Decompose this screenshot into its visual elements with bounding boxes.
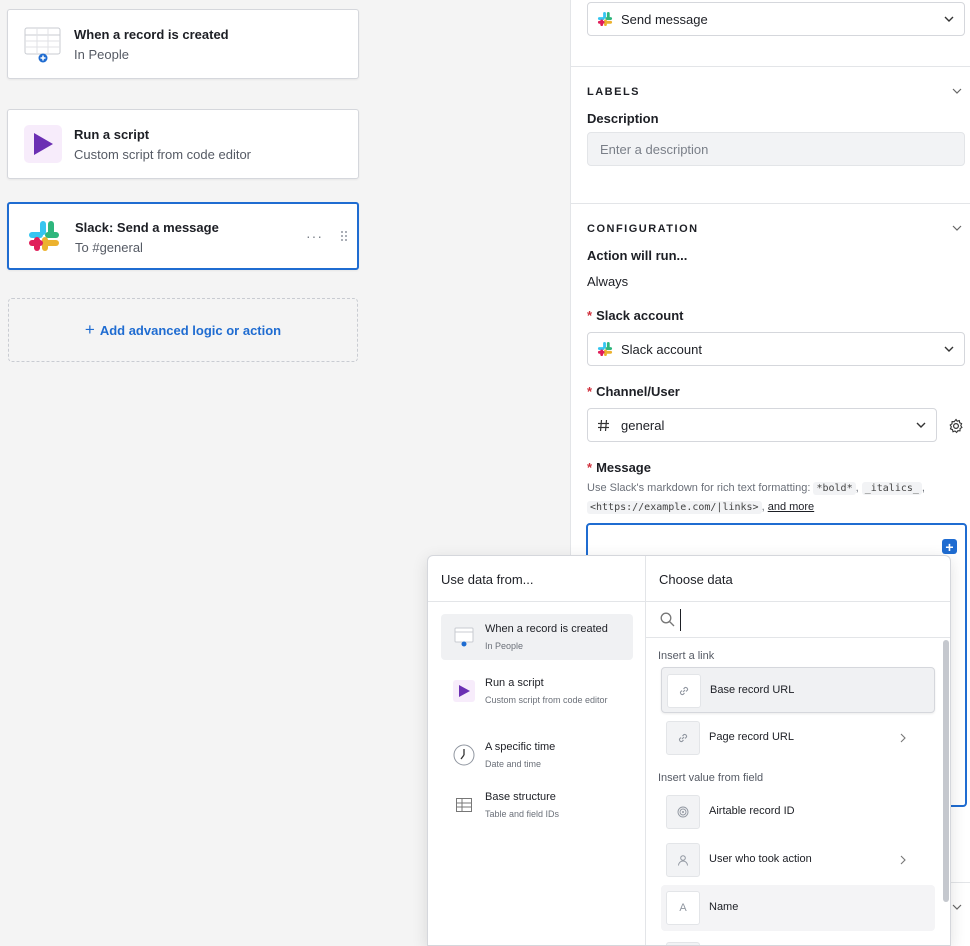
script-subtitle: Custom script from code editor [74,147,252,162]
field-icon [666,942,700,945]
drag-handle-icon[interactable] [340,230,348,242]
required-mark: * [587,460,593,475]
configuration-section-title: CONFIGURATION [587,223,699,235]
chevron-down-icon [944,16,954,22]
option-record-id[interactable]: Airtable record ID [661,789,935,835]
required-mark: * [587,308,593,323]
trigger-subtitle: In People [74,47,129,62]
trigger-title: When a record is created [74,27,229,42]
action-type-select[interactable]: Send message [587,2,965,36]
channel-label: * Channel/User [587,384,680,399]
action-runs-label: Action will run... [587,248,688,263]
chevron-right-icon [900,855,906,865]
clock-icon [453,744,475,766]
option-page-record-url[interactable]: Page record URL [661,715,935,761]
data-picker-popover: Use data from... When a record is create… [427,555,951,946]
choose-data-header: Choose data [646,556,950,602]
add-action-button[interactable]: + Add advanced logic or action [8,298,358,362]
italics-example: _italics_ [861,482,922,495]
insert-link-group-label: Insert a link [658,650,715,662]
table-icon [24,25,62,63]
and-more-link[interactable]: and more [768,501,814,513]
option-next[interactable] [661,936,935,945]
search-input[interactable] [680,609,920,631]
plus-icon: + [84,320,95,339]
slack-icon [597,341,613,357]
gear-icon[interactable] [948,418,964,434]
description-label: Description [587,111,659,126]
insert-field-group-label: Insert value from field [658,772,764,784]
grid-icon [453,794,475,816]
link-icon [666,721,700,755]
text-field-icon: A [666,891,700,925]
search-bar [646,602,950,638]
script-title: Run a script [74,127,150,142]
link-example: <https://example.com/|links> [587,501,762,514]
script-card[interactable]: Run a script Custom script from code edi… [7,109,359,179]
link-icon [667,674,701,708]
description-input[interactable]: Enter a description [587,132,965,166]
hash-icon [598,419,609,431]
slack-account-label: * Slack account [587,308,684,323]
bold-example: *bold* [813,482,856,495]
source-item-trigger[interactable]: When a record is created In People [441,614,633,660]
slack-subtitle: To #general [75,240,143,255]
labels-section-title: LABELS [587,86,640,98]
divider [571,203,970,204]
fingerprint-icon [666,795,700,829]
message-label: * Message [587,460,651,475]
action-runs-value: Always [587,274,629,289]
use-data-from-header: Use data from... [428,556,645,602]
divider [571,66,970,67]
source-item-time[interactable]: A specific time Date and time [441,732,633,778]
slack-icon [25,217,63,255]
markdown-hint: Use Slack's markdown for rich text forma… [587,482,925,514]
chevron-down-icon[interactable] [952,223,962,233]
option-user-who-took-action[interactable]: User who took action [661,837,935,883]
add-action-label: Add advanced logic or action [99,322,282,338]
required-mark: * [587,384,593,399]
slack-account-value: Slack account [621,341,702,357]
slack-icon [597,11,613,27]
more-options-icon[interactable]: ··· [306,228,323,244]
source-item-base-structure[interactable]: Base structure Table and field IDs [441,782,633,828]
trigger-card[interactable]: When a record is created In People [7,9,359,79]
scrollbar[interactable] [943,640,949,902]
user-icon [666,843,700,877]
choose-data-pane: Choose data Insert a link Base record UR… [646,556,950,945]
slack-account-select[interactable]: Slack account [587,332,965,366]
play-icon [453,680,475,702]
data-source-list: Use data from... When a record is create… [428,556,646,945]
option-name[interactable]: A Name [661,885,935,931]
insert-field-button[interactable]: + [942,539,957,554]
chevron-down-icon [944,346,954,352]
chevron-down-icon [916,422,926,428]
chevron-down-icon[interactable] [952,902,962,912]
option-base-record-url[interactable]: Base record URL [661,667,935,713]
chevron-down-icon[interactable] [952,86,962,96]
slack-card[interactable]: Slack: Send a message To #general ··· [7,202,359,270]
slack-title: Slack: Send a message [75,220,219,235]
channel-value: general [621,417,665,433]
table-icon [453,626,475,648]
action-type-value: Send message [621,11,708,27]
play-icon [24,125,62,163]
search-icon [660,612,675,627]
source-item-script[interactable]: Run a script Custom script from code edi… [441,668,633,720]
channel-select[interactable]: general [587,408,937,442]
chevron-right-icon [900,733,906,743]
